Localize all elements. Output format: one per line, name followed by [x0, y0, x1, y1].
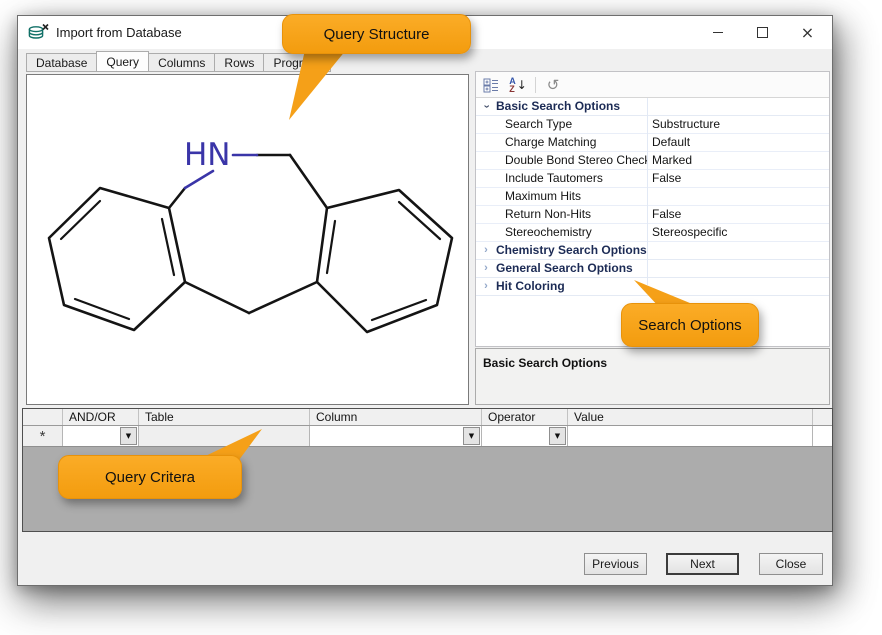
tab-query[interactable]: Query: [96, 51, 149, 72]
name-value-divider[interactable]: [647, 98, 648, 285]
close-icon: ×: [801, 25, 814, 41]
chevron-right-icon: ›: [476, 242, 496, 259]
column-cell[interactable]: ▼: [310, 426, 482, 446]
tab-columns[interactable]: Columns: [149, 53, 215, 72]
chevron-right-icon: ›: [476, 278, 496, 295]
alphabetical-sort-button[interactable]: AZ ↓: [508, 75, 528, 95]
header-and-or[interactable]: AND/OR: [63, 409, 139, 425]
categorized-icon: [483, 77, 499, 93]
property-value[interactable]: False: [647, 206, 829, 223]
column-dropdown-button[interactable]: ▼: [463, 427, 480, 445]
minimize-icon: [713, 32, 723, 33]
header-table[interactable]: Table: [139, 409, 310, 425]
property-row-double-bond-stereo-check[interactable]: Double Bond Stereo Check Marked: [476, 152, 829, 170]
query-structure-canvas[interactable]: HN: [26, 74, 469, 405]
property-value[interactable]: Substructure: [647, 116, 829, 133]
header-operator[interactable]: Operator: [482, 409, 568, 425]
next-button[interactable]: Next: [666, 553, 739, 575]
property-name: Return Non-Hits: [476, 206, 647, 223]
property-row-charge-matching[interactable]: Charge Matching Default: [476, 134, 829, 152]
sort-arrow-icon: ↓: [517, 78, 527, 92]
header-value[interactable]: Value: [568, 409, 813, 425]
sort-az-icon: AZ: [509, 77, 516, 93]
maximize-icon: [757, 27, 768, 38]
category-general-search-options[interactable]: › General Search Options: [476, 260, 829, 278]
row-selector-cell[interactable]: *: [23, 426, 63, 446]
end-cell[interactable]: [813, 426, 832, 446]
tab-strip: Database Query Columns Rows Progress: [26, 51, 331, 72]
reset-icon: ↺: [547, 76, 560, 94]
row-selector-header: [23, 409, 63, 425]
toolbar-separator: [535, 77, 536, 93]
left-benzene-ring: [49, 188, 185, 330]
category-chemistry-search-options[interactable]: › Chemistry Search Options: [476, 242, 829, 260]
minimize-button[interactable]: [695, 16, 740, 49]
property-grid-body: › Basic Search Options Search Type Subst…: [476, 98, 829, 296]
new-row-marker: *: [23, 426, 62, 446]
window-title: Import from Database: [56, 25, 182, 40]
chevron-down-icon: ▼: [469, 432, 474, 440]
callout-query-criteria: Query Critera: [58, 455, 242, 499]
reset-options-button[interactable]: ↺: [543, 75, 563, 95]
property-name: Double Bond Stereo Check: [476, 152, 647, 169]
property-row-return-non-hits[interactable]: Return Non-Hits False: [476, 206, 829, 224]
criteria-header-row: AND/OR Table Column Operator Value: [23, 409, 832, 426]
database-app-icon: [27, 23, 49, 43]
aromatic-double-bonds: [61, 201, 440, 320]
property-name: Maximum Hits: [476, 188, 647, 205]
property-name: Charge Matching: [476, 134, 647, 151]
tab-database[interactable]: Database: [26, 53, 97, 72]
maximize-button[interactable]: [740, 16, 785, 49]
property-row-stereochemistry[interactable]: Stereochemistry Stereospecific: [476, 224, 829, 242]
callout-query-structure: Query Structure: [282, 14, 471, 54]
molecule-structure: HN: [27, 75, 468, 404]
property-row-maximum-hits[interactable]: Maximum Hits: [476, 188, 829, 206]
property-value[interactable]: Stereospecific: [647, 224, 829, 241]
property-row-search-type[interactable]: Search Type Substructure: [476, 116, 829, 134]
close-dialog-button[interactable]: Close: [759, 553, 823, 575]
property-name: Search Type: [476, 116, 647, 133]
screenshot-stage: Import from Database × Database Query Co…: [0, 0, 882, 635]
criteria-new-row: * ▼ ▼ ▼: [23, 426, 832, 447]
property-name: Stereochemistry: [476, 224, 647, 241]
and-or-cell[interactable]: ▼: [63, 426, 139, 446]
chevron-down-icon: ▼: [555, 432, 560, 440]
and-or-dropdown-button[interactable]: ▼: [120, 427, 137, 445]
categorized-view-button[interactable]: [481, 75, 501, 95]
property-grid-toolbar: AZ ↓ ↺: [476, 72, 829, 98]
chevron-down-icon: ▼: [126, 432, 131, 440]
category-basic-search-options[interactable]: › Basic Search Options: [476, 98, 829, 116]
value-cell[interactable]: [568, 426, 813, 446]
right-benzene-ring: [317, 190, 452, 332]
icon-x-mark: [43, 24, 48, 29]
tab-rows[interactable]: Rows: [215, 53, 264, 72]
import-from-database-dialog: Import from Database × Database Query Co…: [17, 15, 833, 586]
description-title: Basic Search Options: [483, 356, 607, 370]
previous-button[interactable]: Previous: [584, 553, 647, 575]
chevron-right-icon: ›: [476, 260, 496, 277]
tab-progress[interactable]: Progress: [264, 53, 331, 72]
category-hit-coloring[interactable]: › Hit Coloring: [476, 278, 829, 296]
property-value[interactable]: [647, 188, 829, 205]
property-value[interactable]: Marked: [647, 152, 829, 169]
property-name: Include Tautomers: [476, 170, 647, 187]
operator-dropdown-button[interactable]: ▼: [549, 427, 566, 445]
property-description-panel: Basic Search Options: [475, 348, 830, 405]
property-value[interactable]: Default: [647, 134, 829, 151]
nitrogen-atom-label: HN: [184, 137, 231, 173]
property-value[interactable]: False: [647, 170, 829, 187]
operator-cell[interactable]: ▼: [482, 426, 568, 446]
close-button[interactable]: ×: [785, 16, 830, 49]
chevron-down-icon: ›: [476, 98, 496, 115]
header-column[interactable]: Column: [310, 409, 482, 425]
callout-search-options: Search Options: [621, 303, 759, 347]
header-end-spacer: [813, 409, 832, 425]
table-cell[interactable]: [139, 426, 310, 446]
property-row-include-tautomers[interactable]: Include Tautomers False: [476, 170, 829, 188]
